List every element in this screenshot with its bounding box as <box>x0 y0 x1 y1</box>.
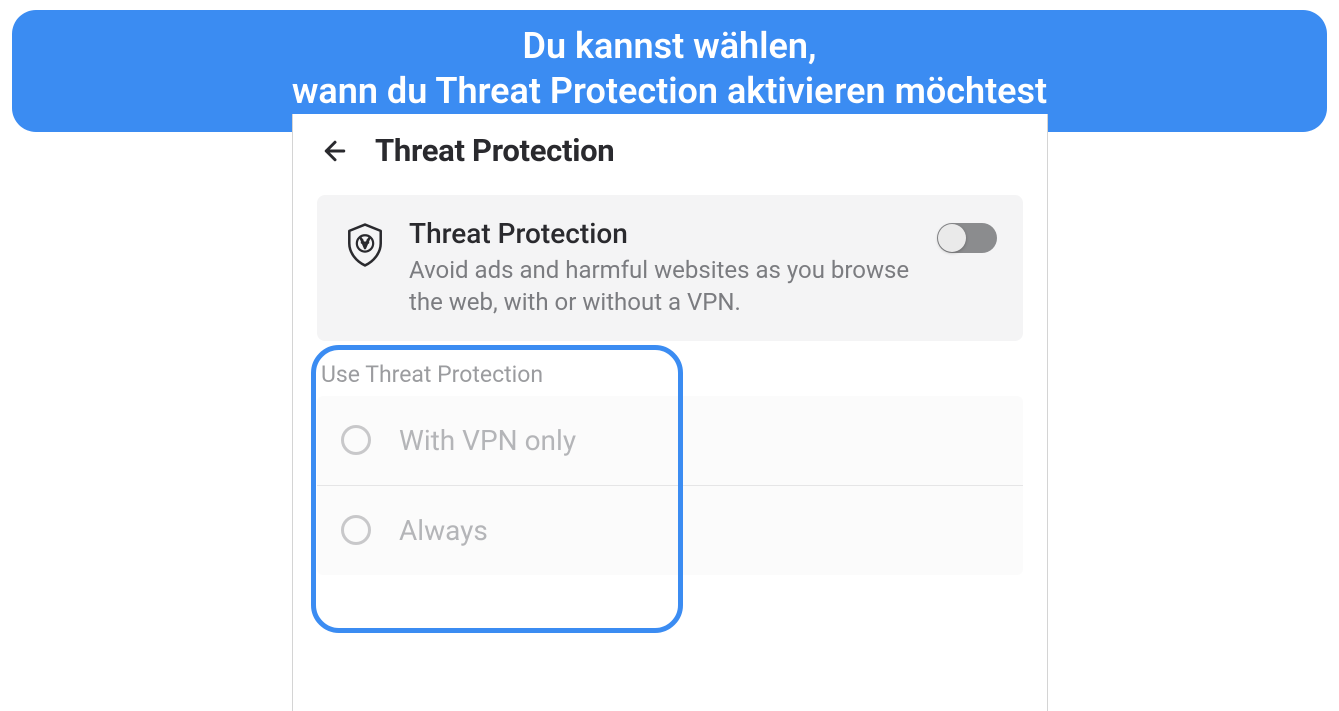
banner-line-2: wann du Threat Protection aktivieren möc… <box>292 70 1047 112</box>
radio-icon <box>341 515 371 545</box>
banner-text: Du kannst wählen, wann du Threat Protect… <box>32 24 1307 114</box>
use-threat-protection-section: Use Threat Protection With VPN only Alwa… <box>317 361 1023 575</box>
section-label: Use Threat Protection <box>317 361 1023 388</box>
app-panel: Threat Protection Threat Protection Avoi… <box>292 114 1048 711</box>
feature-description: Avoid ads and harmful websites as you br… <box>409 254 915 319</box>
toggle-knob <box>938 224 966 252</box>
option-with-vpn-only[interactable]: With VPN only <box>317 396 1023 486</box>
banner-line-1: Du kannst wählen, <box>523 25 817 67</box>
options-list: With VPN only Always <box>317 396 1023 575</box>
threat-protection-toggle[interactable] <box>937 223 997 253</box>
option-label: Always <box>399 514 488 547</box>
feature-text: Threat Protection Avoid ads and harmful … <box>409 217 915 319</box>
option-always[interactable]: Always <box>317 486 1023 575</box>
radio-icon <box>341 425 371 455</box>
page-title: Threat Protection <box>375 132 614 169</box>
shield-icon <box>343 223 387 267</box>
arrow-left-icon <box>320 136 350 166</box>
back-button[interactable] <box>317 133 353 169</box>
app-header: Threat Protection <box>293 114 1047 187</box>
feature-title: Threat Protection <box>409 217 915 250</box>
threat-protection-card: Threat Protection Avoid ads and harmful … <box>317 195 1023 341</box>
option-label: With VPN only <box>399 424 576 457</box>
